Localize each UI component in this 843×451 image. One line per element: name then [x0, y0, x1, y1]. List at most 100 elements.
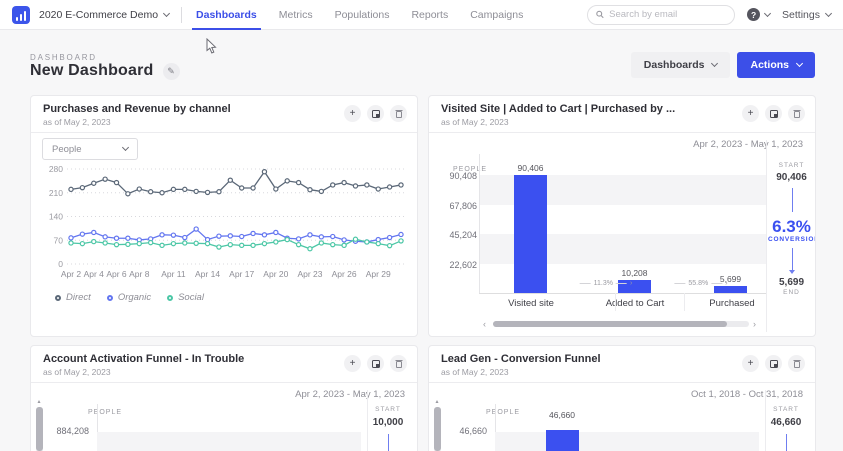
- add-icon[interactable]: +: [742, 105, 759, 122]
- series-line-direct[interactable]: [70, 170, 402, 195]
- nav-item-campaigns[interactable]: Campaigns: [470, 0, 523, 30]
- add-icon[interactable]: +: [344, 105, 361, 122]
- v-scrollbar[interactable]: ▴: [35, 398, 43, 451]
- settings-menu[interactable]: Settings: [782, 9, 833, 21]
- actions-button[interactable]: Actions: [737, 52, 815, 78]
- line-chart[interactable]: 280 210 140 70 0Apr 2 Apr 4 Apr 6 Apr 8 Apr 11 Ap…: [37, 164, 411, 286]
- data-point[interactable]: [170, 240, 177, 247]
- data-point[interactable]: [216, 244, 222, 250]
- data-point[interactable]: [79, 184, 86, 191]
- data-point[interactable]: [125, 191, 131, 197]
- data-point[interactable]: [307, 186, 313, 193]
- data-point[interactable]: [216, 233, 222, 239]
- app-logo-icon[interactable]: [12, 5, 30, 24]
- scroll-left-icon[interactable]: ‹: [483, 320, 486, 329]
- legend-item-organic[interactable]: Organic: [106, 292, 151, 303]
- data-point[interactable]: [284, 236, 290, 243]
- data-point[interactable]: [125, 241, 131, 248]
- data-point[interactable]: [193, 188, 199, 195]
- data-point[interactable]: [216, 189, 222, 195]
- data-point[interactable]: [125, 235, 131, 241]
- data-point[interactable]: [364, 239, 370, 245]
- data-point[interactable]: [352, 236, 359, 242]
- data-point[interactable]: [79, 240, 86, 247]
- metric-type-select[interactable]: People: [42, 138, 138, 160]
- data-point[interactable]: [204, 240, 211, 247]
- data-point[interactable]: [341, 237, 347, 243]
- data-point[interactable]: [261, 169, 268, 175]
- data-point[interactable]: [227, 241, 234, 248]
- data-point[interactable]: [238, 233, 245, 240]
- data-point[interactable]: [193, 240, 199, 247]
- v-scrollbar-thumb[interactable]: [35, 407, 43, 451]
- data-point[interactable]: [273, 229, 279, 236]
- data-point[interactable]: [136, 186, 142, 192]
- data-point[interactable]: [330, 182, 336, 188]
- legend-item-social[interactable]: Social: [167, 292, 204, 303]
- data-point[interactable]: [68, 235, 74, 241]
- data-point[interactable]: [375, 186, 381, 192]
- data-point[interactable]: [227, 177, 234, 183]
- data-point[interactable]: [386, 184, 393, 190]
- search-box[interactable]: [587, 4, 736, 25]
- h-scrollbar-thumb[interactable]: [493, 321, 727, 327]
- data-point[interactable]: [398, 238, 404, 244]
- data-point[interactable]: [182, 234, 188, 241]
- project-selector[interactable]: 2020 E-Commerce Demo: [39, 9, 171, 21]
- data-point[interactable]: [364, 182, 370, 188]
- data-point[interactable]: [159, 242, 165, 249]
- data-point[interactable]: [250, 242, 256, 249]
- v-scrollbar-thumb[interactable]: [433, 407, 441, 451]
- data-point[interactable]: [398, 231, 404, 238]
- data-point[interactable]: [386, 234, 393, 241]
- nav-item-metrics[interactable]: Metrics: [279, 0, 313, 30]
- data-point[interactable]: [261, 240, 268, 247]
- data-point[interactable]: [170, 186, 177, 193]
- data-point[interactable]: [193, 226, 199, 232]
- funnel-bar-1[interactable]: [514, 175, 547, 293]
- data-point[interactable]: [113, 235, 120, 241]
- data-point[interactable]: [159, 190, 165, 196]
- data-point[interactable]: [113, 179, 120, 186]
- data-point[interactable]: [182, 240, 188, 246]
- funnel-bar-3[interactable]: [714, 286, 747, 293]
- search-input[interactable]: [609, 9, 727, 20]
- data-point[interactable]: [330, 233, 336, 240]
- data-point[interactable]: [341, 179, 347, 186]
- data-point[interactable]: [318, 240, 325, 246]
- data-point[interactable]: [307, 246, 313, 252]
- data-point[interactable]: [102, 240, 108, 246]
- data-point[interactable]: [250, 185, 256, 191]
- data-point[interactable]: [91, 229, 97, 236]
- data-point[interactable]: [147, 189, 154, 195]
- data-point[interactable]: [352, 183, 359, 189]
- scroll-up-icon[interactable]: ▴: [433, 398, 441, 406]
- data-point[interactable]: [318, 234, 325, 240]
- data-point[interactable]: [307, 232, 313, 238]
- data-point[interactable]: [227, 233, 234, 239]
- nav-item-populations[interactable]: Populations: [335, 0, 390, 30]
- data-point[interactable]: [136, 240, 142, 247]
- notebook-icon[interactable]: [367, 105, 384, 122]
- data-point[interactable]: [261, 232, 268, 238]
- data-point[interactable]: [295, 236, 302, 242]
- data-point[interactable]: [113, 241, 120, 248]
- data-point[interactable]: [273, 186, 279, 192]
- scroll-up-icon[interactable]: ▴: [35, 398, 43, 406]
- data-point[interactable]: [91, 180, 97, 186]
- edit-title-button[interactable]: ✎: [162, 62, 180, 80]
- data-point[interactable]: [159, 232, 165, 238]
- scroll-right-icon[interactable]: ›: [753, 320, 756, 329]
- data-point[interactable]: [68, 240, 74, 246]
- data-point[interactable]: [238, 185, 245, 191]
- data-point[interactable]: [250, 230, 256, 237]
- data-point[interactable]: [295, 179, 302, 186]
- v-scrollbar[interactable]: ▴: [433, 398, 441, 451]
- data-point[interactable]: [147, 239, 154, 246]
- dashboards-button[interactable]: Dashboards: [630, 52, 731, 78]
- data-point[interactable]: [91, 238, 97, 245]
- data-point[interactable]: [386, 242, 393, 249]
- data-point[interactable]: [295, 241, 302, 248]
- data-point[interactable]: [79, 231, 86, 237]
- data-point[interactable]: [341, 242, 347, 249]
